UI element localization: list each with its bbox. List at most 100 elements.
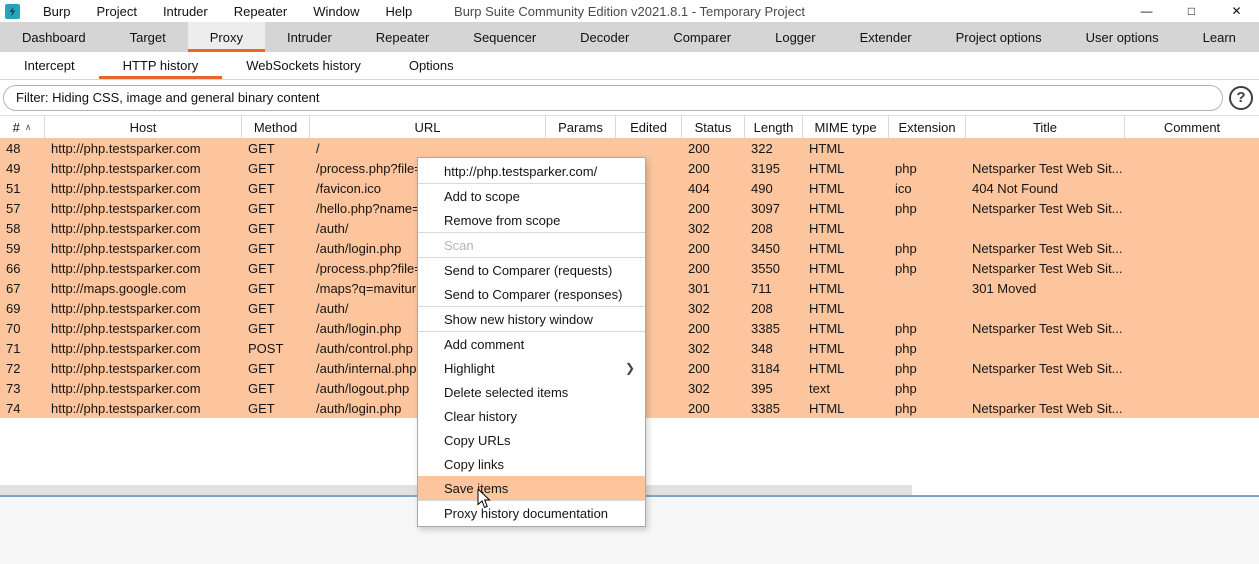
- cell-length: 490: [751, 180, 773, 196]
- cell-method: GET: [248, 400, 275, 416]
- cell-method: GET: [248, 280, 275, 296]
- menubar-item-burp[interactable]: Burp: [30, 4, 83, 19]
- cell-title: [966, 378, 1125, 398]
- tab-target[interactable]: Target: [108, 22, 188, 52]
- cell-comment: [1125, 138, 1259, 158]
- menubar-item-window[interactable]: Window: [300, 4, 372, 19]
- cell-length: 3184: [751, 360, 780, 376]
- cell-method: GET: [248, 240, 275, 256]
- subtab-intercept[interactable]: Intercept: [0, 52, 99, 79]
- column-header-edited[interactable]: Edited: [616, 116, 682, 138]
- cell-comment: [1125, 398, 1259, 418]
- cell-extension: php: [895, 360, 917, 376]
- menubar-item-help[interactable]: Help: [372, 4, 425, 19]
- context-menu-item-save-items[interactable]: Save items: [418, 476, 645, 500]
- cell-extension: php: [895, 320, 917, 336]
- main-tab-bar: Dashboard Target Proxy Intruder Repeater Sequ…: [0, 22, 1259, 52]
- cell-mime-type: text: [809, 380, 830, 396]
- tab-decoder[interactable]: Decoder: [558, 22, 651, 52]
- subtab-websockets-history[interactable]: WebSockets history: [222, 52, 385, 79]
- cell-method: GET: [248, 300, 275, 316]
- filter-bar: Filter: Hiding CSS, image and general bi…: [0, 80, 1259, 116]
- cell-: 59: [6, 240, 21, 256]
- context-menu: http://php.testsparker.com/Add to scope R…: [417, 157, 646, 527]
- column-header-extension[interactable]: Extension: [889, 116, 966, 138]
- tab-extender[interactable]: Extender: [838, 22, 934, 52]
- column-header-title[interactable]: Title: [966, 116, 1125, 138]
- cell-mime-type: HTML: [809, 360, 845, 376]
- tab-intruder[interactable]: Intruder: [265, 22, 354, 52]
- column-header-mime-type[interactable]: MIME type: [803, 116, 889, 138]
- maximize-button[interactable]: □: [1169, 0, 1214, 22]
- cell-comment: [1125, 218, 1259, 238]
- menubar-item-repeater[interactable]: Repeater: [221, 4, 300, 19]
- burp-app-icon: [5, 3, 20, 19]
- cell-length: 395: [751, 380, 773, 396]
- tab-project-options[interactable]: Project options: [934, 22, 1064, 52]
- cell-method: GET: [248, 220, 275, 236]
- cell-method: GET: [248, 140, 275, 156]
- cell-status: 404: [688, 180, 710, 196]
- column-header-params[interactable]: Params: [546, 116, 616, 138]
- cell-length: 3097: [751, 200, 780, 216]
- cell-extension: ico: [895, 180, 912, 196]
- cell-mime-type: HTML: [809, 140, 845, 156]
- tab-dashboard[interactable]: Dashboard: [0, 22, 108, 52]
- cell-host: http://php.testsparker.com: [51, 300, 201, 316]
- filter-box[interactable]: Filter: Hiding CSS, image and general bi…: [3, 84, 1223, 111]
- column-header-url[interactable]: URL: [310, 116, 546, 138]
- context-menu-item-copy-urls[interactable]: Copy URLs: [418, 428, 645, 452]
- column-header-comment[interactable]: Comment: [1125, 116, 1259, 138]
- question-mark-icon: ?: [1236, 89, 1246, 106]
- cell-method: GET: [248, 200, 275, 216]
- cell-status: 200: [688, 140, 710, 156]
- menubar-item-intruder[interactable]: Intruder: [150, 4, 221, 19]
- tab-logger[interactable]: Logger: [753, 22, 837, 52]
- column-header-status[interactable]: Status: [682, 116, 745, 138]
- cell-host: http://php.testsparker.com: [51, 180, 201, 196]
- context-menu-item-send-to-comparer-requests[interactable]: Send to Comparer (requests): [418, 258, 645, 282]
- subtab-options[interactable]: Options: [385, 52, 478, 79]
- context-menu-item-send-to-comparer-responses[interactable]: Send to Comparer (responses): [418, 282, 645, 306]
- column-header-length[interactable]: Length: [745, 116, 803, 138]
- cell-mime-type: HTML: [809, 240, 845, 256]
- minimize-button[interactable]: —: [1124, 0, 1169, 22]
- cell-length: 3385: [751, 320, 780, 336]
- context-menu-item-add-to-scope[interactable]: Add to scope: [418, 184, 645, 208]
- cell-status: 200: [688, 200, 710, 216]
- cell-host: http://php.testsparker.com: [51, 380, 201, 396]
- context-menu-item-copy-links[interactable]: Copy links: [418, 452, 645, 476]
- cell-extension: [889, 218, 966, 238]
- help-button[interactable]: ?: [1229, 85, 1253, 110]
- cell-title: Netsparker Test Web Sit...: [972, 260, 1123, 276]
- tab-sequencer[interactable]: Sequencer: [451, 22, 558, 52]
- cell-comment: [1125, 358, 1259, 378]
- cell-host: http://php.testsparker.com: [51, 220, 201, 236]
- context-menu-item-scan: Scan: [444, 237, 474, 253]
- cell-comment: [1125, 378, 1259, 398]
- subtab-http-history[interactable]: HTTP history: [99, 52, 223, 79]
- context-menu-item-http-php-testsparker-com[interactable]: http://php.testsparker.com/: [418, 159, 645, 183]
- table-row[interactable]: 48 http://php.testsparker.com GET / 200 322 HT…: [0, 138, 1259, 158]
- cell-method: POST: [248, 340, 284, 356]
- tab-comparer[interactable]: Comparer: [651, 22, 753, 52]
- context-menu-item-proxy-history-documentation[interactable]: Proxy history documentation: [418, 501, 645, 525]
- context-menu-item-add-comment[interactable]: Add comment: [418, 332, 645, 356]
- tab-proxy[interactable]: Proxy: [187, 22, 265, 52]
- tab-learn[interactable]: Learn: [1181, 22, 1258, 52]
- cell-extension: php: [895, 340, 917, 356]
- context-menu-item-show-new-history-window[interactable]: Show new history window: [418, 307, 645, 331]
- column-header-host[interactable]: Host: [45, 116, 242, 138]
- tab-user-options[interactable]: User options: [1064, 22, 1181, 52]
- context-menu-item-remove-from-scope[interactable]: Remove from scope: [418, 208, 645, 232]
- context-menu-item-delete-selected-items[interactable]: Delete selected items: [418, 380, 645, 404]
- menubar-item-project[interactable]: Project: [83, 4, 149, 19]
- column-header-[interactable]: # ∧: [0, 116, 45, 138]
- context-menu-item-highlight[interactable]: Highlight ❯: [418, 356, 645, 380]
- tab-repeater[interactable]: Repeater: [354, 22, 451, 52]
- cell-host: http://php.testsparker.com: [51, 160, 201, 176]
- cell-comment: [1125, 298, 1259, 318]
- close-button[interactable]: ✕: [1214, 0, 1259, 22]
- context-menu-item-clear-history[interactable]: Clear history: [418, 404, 645, 428]
- column-header-method[interactable]: Method: [242, 116, 310, 138]
